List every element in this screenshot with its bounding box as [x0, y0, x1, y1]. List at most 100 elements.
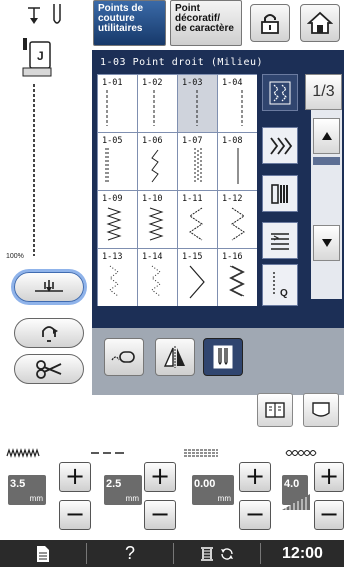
- needle-position-button[interactable]: [14, 272, 84, 302]
- foot-up-icon: [42, 326, 58, 342]
- stitch-code-label: 1-04: [222, 78, 243, 88]
- stitch-length-unit: mm: [125, 494, 139, 503]
- stitch-preview-icon: [151, 149, 159, 183]
- stitch-preview-icon: [148, 207, 164, 241]
- stitch-length-icon: [91, 452, 124, 454]
- up-arrow-icon: [321, 132, 332, 140]
- stitch-cell-1-01[interactable]: 1-01: [98, 75, 137, 132]
- help-button[interactable]: ?: [87, 540, 173, 567]
- stitch-cell-1-03[interactable]: 1-03: [178, 75, 217, 132]
- page-indicator: 1/3: [305, 74, 342, 110]
- thread-cut-button[interactable]: [14, 354, 84, 384]
- stitch-preview-icon: [196, 90, 198, 126]
- stitch-code-label: 1-15: [182, 252, 203, 262]
- needle-down-icon: [35, 280, 63, 292]
- rotate-icon: [221, 547, 233, 560]
- lock-button[interactable]: [250, 4, 290, 42]
- stitch-preview-icon: [151, 265, 161, 297]
- svg-text:J: J: [37, 49, 44, 63]
- stitch-cell-1-10[interactable]: 1-10: [138, 191, 177, 248]
- elongation-button[interactable]: [262, 175, 298, 212]
- needle-mode-icon: [28, 4, 61, 24]
- stitch-grid: 1-01 1-02 1-03 1-04 1-05 1-06 1-07 1-08 1-09 1-10…: [97, 74, 257, 306]
- clock: 12:00: [282, 544, 323, 562]
- save-stitch-button[interactable]: [303, 393, 339, 427]
- thread-tension-number: 4.0: [284, 478, 300, 490]
- density-icon: [271, 183, 288, 204]
- manual-button[interactable]: [0, 540, 86, 567]
- scroll-up-button[interactable]: [313, 118, 340, 154]
- stitch-width-minus-button[interactable]: −: [59, 500, 91, 530]
- pocket-icon: [312, 402, 330, 417]
- stitch-width-icon: [6, 448, 40, 458]
- stitch-preview-icon: [194, 148, 202, 184]
- needle-position-unit: mm: [217, 494, 231, 503]
- thread-tension-icon: [285, 450, 317, 456]
- needle-position-value: 0.00 mm: [192, 475, 234, 505]
- twin-needle-button[interactable]: [203, 338, 243, 376]
- stitch-cell-1-02[interactable]: 1-02: [138, 75, 177, 132]
- thread-tension-plus-button[interactable]: +: [314, 462, 344, 492]
- presser-foot-lift-button[interactable]: [14, 318, 84, 348]
- needle-position-icon: [184, 449, 218, 457]
- stitch-q-icon: Q: [273, 272, 288, 299]
- stitch-width-unit: mm: [29, 494, 43, 503]
- stitch-cell-1-11[interactable]: 1-11: [178, 191, 217, 248]
- tension-adjust-button[interactable]: [262, 222, 298, 259]
- stitch-code-label: 1-09: [102, 194, 123, 204]
- alignment-icon: [271, 232, 289, 250]
- selected-stitch-title: 1-03 Point droit (Milieu): [100, 57, 264, 68]
- scroll-down-button[interactable]: [313, 225, 340, 261]
- zigzag-mirror-icon: [270, 136, 293, 155]
- memory-button[interactable]: [257, 393, 293, 427]
- twin-needle-icon: [213, 345, 233, 369]
- single-double-stitch-button[interactable]: Q: [262, 264, 298, 306]
- stitch-cell-1-13[interactable]: 1-13: [98, 249, 137, 306]
- document-icon: [37, 545, 49, 562]
- scissors-icon: [36, 360, 62, 379]
- thread-cutter-setting-button[interactable]: [104, 338, 144, 376]
- stitch-length-plus-button[interactable]: +: [144, 462, 176, 492]
- presser-foot-J-icon: J: [22, 38, 52, 77]
- stitch-display-mode-button[interactable]: [262, 74, 298, 111]
- tab-decorative-stitches[interactable]: Point décoratif/ de caractère: [170, 0, 242, 46]
- stitch-cell-1-12[interactable]: 1-12: [218, 191, 257, 248]
- stitch-length-minus-button[interactable]: −: [144, 500, 176, 530]
- stitch-cell-1-14[interactable]: 1-14: [138, 249, 177, 306]
- stitch-preview-icon: [241, 90, 243, 126]
- stitch-cell-1-05[interactable]: 1-05: [98, 133, 137, 190]
- tab-utility-stitches[interactable]: Points de couture utilitaires: [93, 0, 166, 46]
- scroll-thumb[interactable]: [313, 157, 340, 165]
- stitch-cell-1-09[interactable]: 1-09: [98, 191, 137, 248]
- tab-utility-line-3: utilitaires: [98, 23, 143, 34]
- stitch-cell-1-16[interactable]: 1-16: [218, 249, 257, 306]
- stitch-width-plus-button[interactable]: +: [59, 462, 91, 492]
- stitch-cell-1-06[interactable]: 1-06: [138, 133, 177, 190]
- spool-icon: [201, 546, 213, 561]
- stitch-preview-icon: [189, 207, 203, 241]
- needle-position-number: 0.00: [194, 478, 216, 490]
- stitch-code-label: 1-07: [182, 136, 203, 146]
- mirror-stitch-button[interactable]: [262, 127, 298, 164]
- thread-loop-icon: [111, 351, 135, 363]
- tab-deco-line-3: de caractère: [175, 23, 234, 34]
- stitch-code-label: 1-11: [182, 194, 203, 204]
- stitch-length-value: 2.5 mm: [104, 475, 142, 505]
- stitch-preview-icon: [231, 207, 245, 241]
- stitch-code-label: 1-08: [222, 136, 243, 146]
- stitch-code-label: 1-02: [142, 78, 163, 88]
- stitch-cell-1-08[interactable]: 1-08: [218, 133, 257, 190]
- needle-position-plus-button[interactable]: +: [239, 462, 271, 492]
- stitch-width-value: 3.5 mm: [8, 475, 46, 505]
- stitch-length-number: 2.5: [106, 478, 122, 490]
- bobbin-wind-button[interactable]: [174, 540, 260, 567]
- home-button[interactable]: [300, 4, 340, 42]
- stitch-code-label: 1-16: [222, 252, 243, 262]
- stitch-cell-1-07[interactable]: 1-07: [178, 133, 217, 190]
- thread-tension-minus-button[interactable]: −: [314, 500, 344, 530]
- stitch-cell-1-04[interactable]: 1-04: [218, 75, 257, 132]
- stitch-preview-icon: [237, 148, 239, 184]
- stitch-cell-1-15[interactable]: 1-15: [178, 249, 217, 306]
- needle-position-minus-button[interactable]: −: [239, 500, 271, 530]
- mirror-image-button[interactable]: [155, 338, 195, 376]
